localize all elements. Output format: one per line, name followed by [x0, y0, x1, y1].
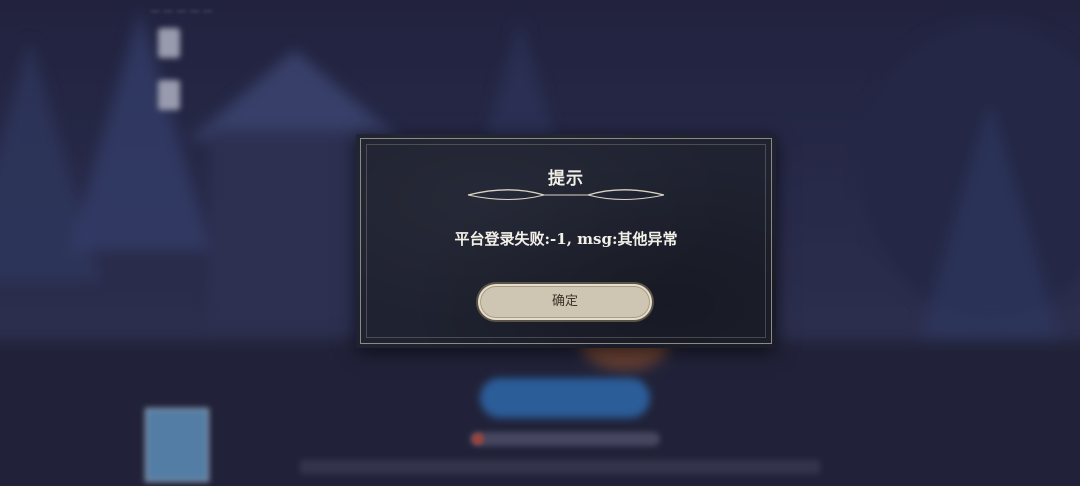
- confirm-button[interactable]: 确定: [478, 284, 652, 320]
- title-ornament-icon: [467, 189, 665, 200]
- error-message: 平台登录失败:-1, msg:其他异常: [454, 230, 678, 248]
- confirm-button-label: 确定: [551, 294, 578, 309]
- alert-dialog: 提示 平台登录失败:-1, msg:其他异常 确定: [356, 134, 776, 348]
